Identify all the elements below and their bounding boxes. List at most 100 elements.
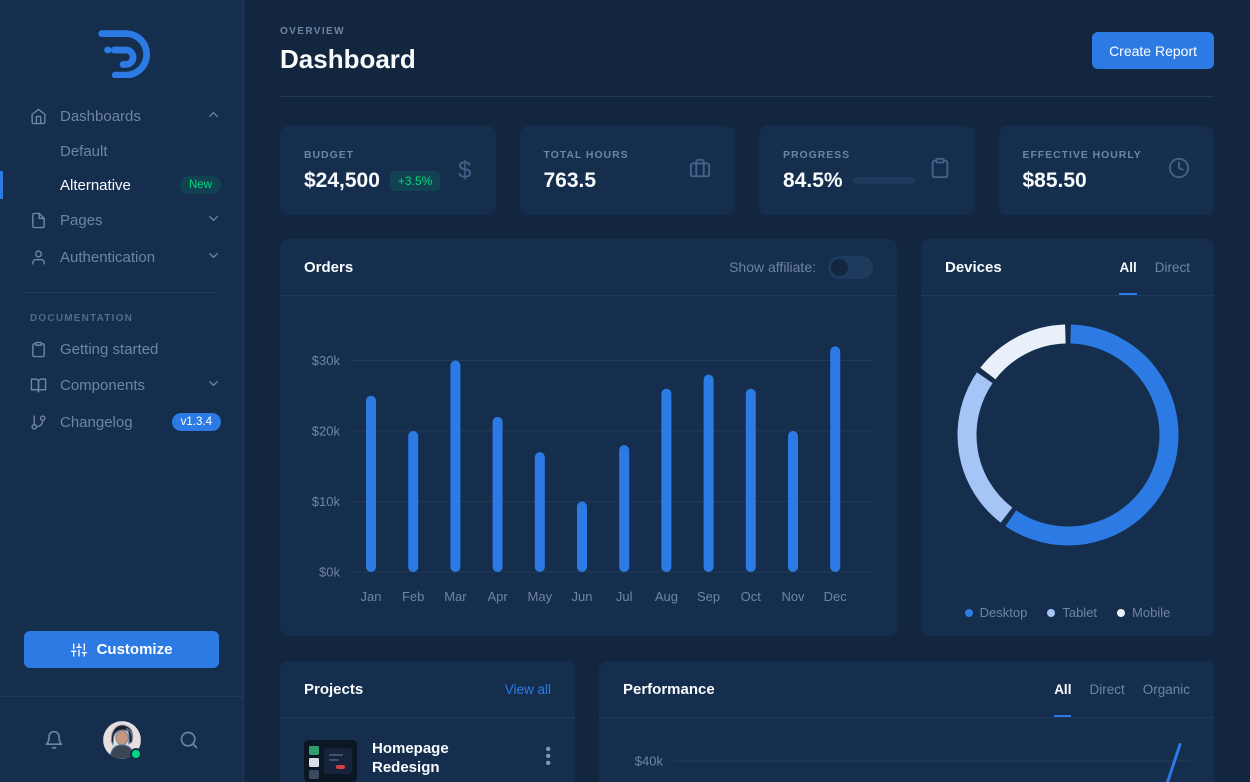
- sidebar: Dashboards Default Alternative New Pages…: [0, 0, 244, 782]
- svg-text:Apr: Apr: [487, 589, 508, 604]
- sidebar-item-label: Components: [60, 377, 145, 394]
- customize-button[interactable]: Customize: [24, 631, 219, 668]
- stat-value: 763.5: [544, 169, 597, 193]
- chevron-down-icon: [206, 248, 221, 267]
- file-icon: [30, 212, 47, 229]
- devices-card-header: Devices All Direct: [921, 239, 1214, 296]
- customize-label: Customize: [97, 641, 173, 658]
- orders-chart-body: $0k$10k$20k$30kJanFebMarAprMayJunJulAugS…: [280, 296, 897, 632]
- devices-donut-chart: [947, 314, 1189, 556]
- clock-icon: [1168, 157, 1190, 184]
- legend-dot: [965, 609, 973, 617]
- performance-chart-body: $40k: [599, 718, 1214, 782]
- card-title: Orders: [304, 259, 353, 276]
- stat-value: 84.5%: [783, 169, 843, 193]
- stat-label: BUDGET: [304, 149, 458, 161]
- book-open-icon: [30, 377, 47, 394]
- charts-row: Orders Show affiliate: $0k$10k$20k$30kJa…: [280, 239, 1214, 636]
- sidebar-item-getting-started[interactable]: Getting started: [0, 332, 243, 367]
- orders-bar-chart: $0k$10k$20k$30kJanFebMarAprMayJunJulAugS…: [304, 314, 873, 617]
- legend-item-mobile: Mobile: [1117, 605, 1170, 620]
- version-badge: v1.3.4: [172, 413, 221, 431]
- svg-text:Jan: Jan: [361, 589, 382, 604]
- performance-card-header: Performance All Direct Organic: [599, 661, 1214, 718]
- devices-legend: Desktop Tablet Mobile: [965, 605, 1171, 620]
- toggle-knob: [831, 259, 848, 276]
- svg-text:$0k: $0k: [319, 565, 340, 580]
- legend-dot: [1117, 609, 1125, 617]
- bell-icon[interactable]: [44, 730, 64, 750]
- svg-text:Mar: Mar: [444, 589, 467, 604]
- card-title: Performance: [623, 681, 715, 698]
- svg-text:May: May: [528, 589, 553, 604]
- tab-direct[interactable]: Direct: [1089, 682, 1124, 697]
- legend-item-tablet: Tablet: [1047, 605, 1097, 620]
- search-icon[interactable]: [179, 730, 199, 750]
- chevron-down-icon: [206, 376, 221, 395]
- breadcrumb-eyebrow: OVERVIEW: [280, 26, 1214, 37]
- stat-label: PROGRESS: [783, 149, 929, 161]
- main-content: OVERVIEW Dashboard Create Report BUDGET …: [244, 0, 1250, 782]
- view-all-link[interactable]: View all: [505, 682, 551, 697]
- svg-text:$40k: $40k: [635, 754, 664, 769]
- chevron-down-icon: [206, 211, 221, 230]
- stat-label: EFFECTIVE HOURLY: [1023, 149, 1169, 161]
- sidebar-item-label: Dashboards: [60, 108, 141, 125]
- orders-card: Orders Show affiliate: $0k$10k$20k$30kJa…: [280, 239, 897, 636]
- sidebar-item-alternative[interactable]: Alternative New: [0, 168, 243, 202]
- stat-card-progress: PROGRESS 84.5%: [759, 126, 975, 215]
- user-avatar[interactable]: [103, 721, 141, 759]
- delta-badge: +3.5%: [390, 171, 440, 191]
- clipboard-icon: [929, 157, 951, 184]
- sidebar-item-label: Alternative: [60, 177, 131, 194]
- sidebar-item-label: Getting started: [60, 341, 158, 358]
- stat-value: $85.50: [1023, 169, 1087, 193]
- sidebar-item-label: Changelog: [60, 414, 133, 431]
- svg-text:Jul: Jul: [616, 589, 633, 604]
- sidebar-item-authentication[interactable]: Authentication: [0, 239, 243, 276]
- sidebar-item-label: Authentication: [60, 249, 155, 266]
- online-status-dot: [130, 748, 142, 760]
- stat-card-total-hours: TOTAL HOURS 763.5: [520, 126, 736, 215]
- tab-all[interactable]: All: [1119, 260, 1136, 275]
- legend-item-desktop: Desktop: [965, 605, 1028, 620]
- performance-tabs: All Direct Organic: [1054, 682, 1190, 697]
- svg-text:Dec: Dec: [824, 589, 848, 604]
- projects-card: Projects View all Homep: [280, 661, 575, 782]
- project-title: Homepage Redesign: [372, 740, 462, 778]
- sidebar-item-pages[interactable]: Pages: [0, 202, 243, 239]
- sidebar-footer: [0, 697, 243, 782]
- performance-card: Performance All Direct Organic $40k: [599, 661, 1214, 782]
- sidebar-item-label: Default: [60, 143, 108, 160]
- app-root: Dashboards Default Alternative New Pages…: [0, 0, 1250, 782]
- sidebar-item-default[interactable]: Default: [0, 135, 243, 168]
- project-list-item[interactable]: Homepage Redesign •••: [280, 718, 575, 782]
- legend-label: Tablet: [1062, 605, 1097, 620]
- user-icon: [30, 249, 47, 266]
- tab-organic[interactable]: Organic: [1143, 682, 1190, 697]
- logo[interactable]: [0, 0, 243, 98]
- page-header: OVERVIEW Dashboard Create Report: [280, 0, 1214, 97]
- tab-all[interactable]: All: [1054, 682, 1071, 697]
- bottom-row: Projects View all Homep: [280, 661, 1214, 782]
- toggle-label: Show affiliate:: [729, 259, 816, 275]
- project-thumbnail: [304, 740, 357, 782]
- tab-direct[interactable]: Direct: [1155, 260, 1190, 275]
- card-title: Projects: [304, 681, 363, 698]
- svg-text:$30k: $30k: [312, 353, 341, 368]
- legend-label: Desktop: [980, 605, 1028, 620]
- create-report-button[interactable]: Create Report: [1092, 32, 1214, 69]
- sidebar-item-changelog[interactable]: Changelog v1.3.4: [0, 404, 243, 440]
- devices-chart-body: Desktop Tablet Mobile: [921, 296, 1214, 636]
- kebab-menu-icon[interactable]: •••: [545, 740, 551, 768]
- sidebar-item-dashboards[interactable]: Dashboards: [0, 98, 243, 135]
- chevron-up-icon: [206, 107, 221, 126]
- sidebar-item-components[interactable]: Components: [0, 367, 243, 404]
- sidebar-section-heading: Documentation: [30, 313, 243, 324]
- sidebar-nav: Dashboards Default Alternative New Pages…: [0, 98, 243, 440]
- svg-text:Nov: Nov: [781, 589, 805, 604]
- performance-line-chart: $40k: [623, 730, 1190, 782]
- stat-value: $24,500: [304, 169, 380, 193]
- svg-text:Feb: Feb: [402, 589, 424, 604]
- show-affiliate-toggle[interactable]: [828, 256, 873, 279]
